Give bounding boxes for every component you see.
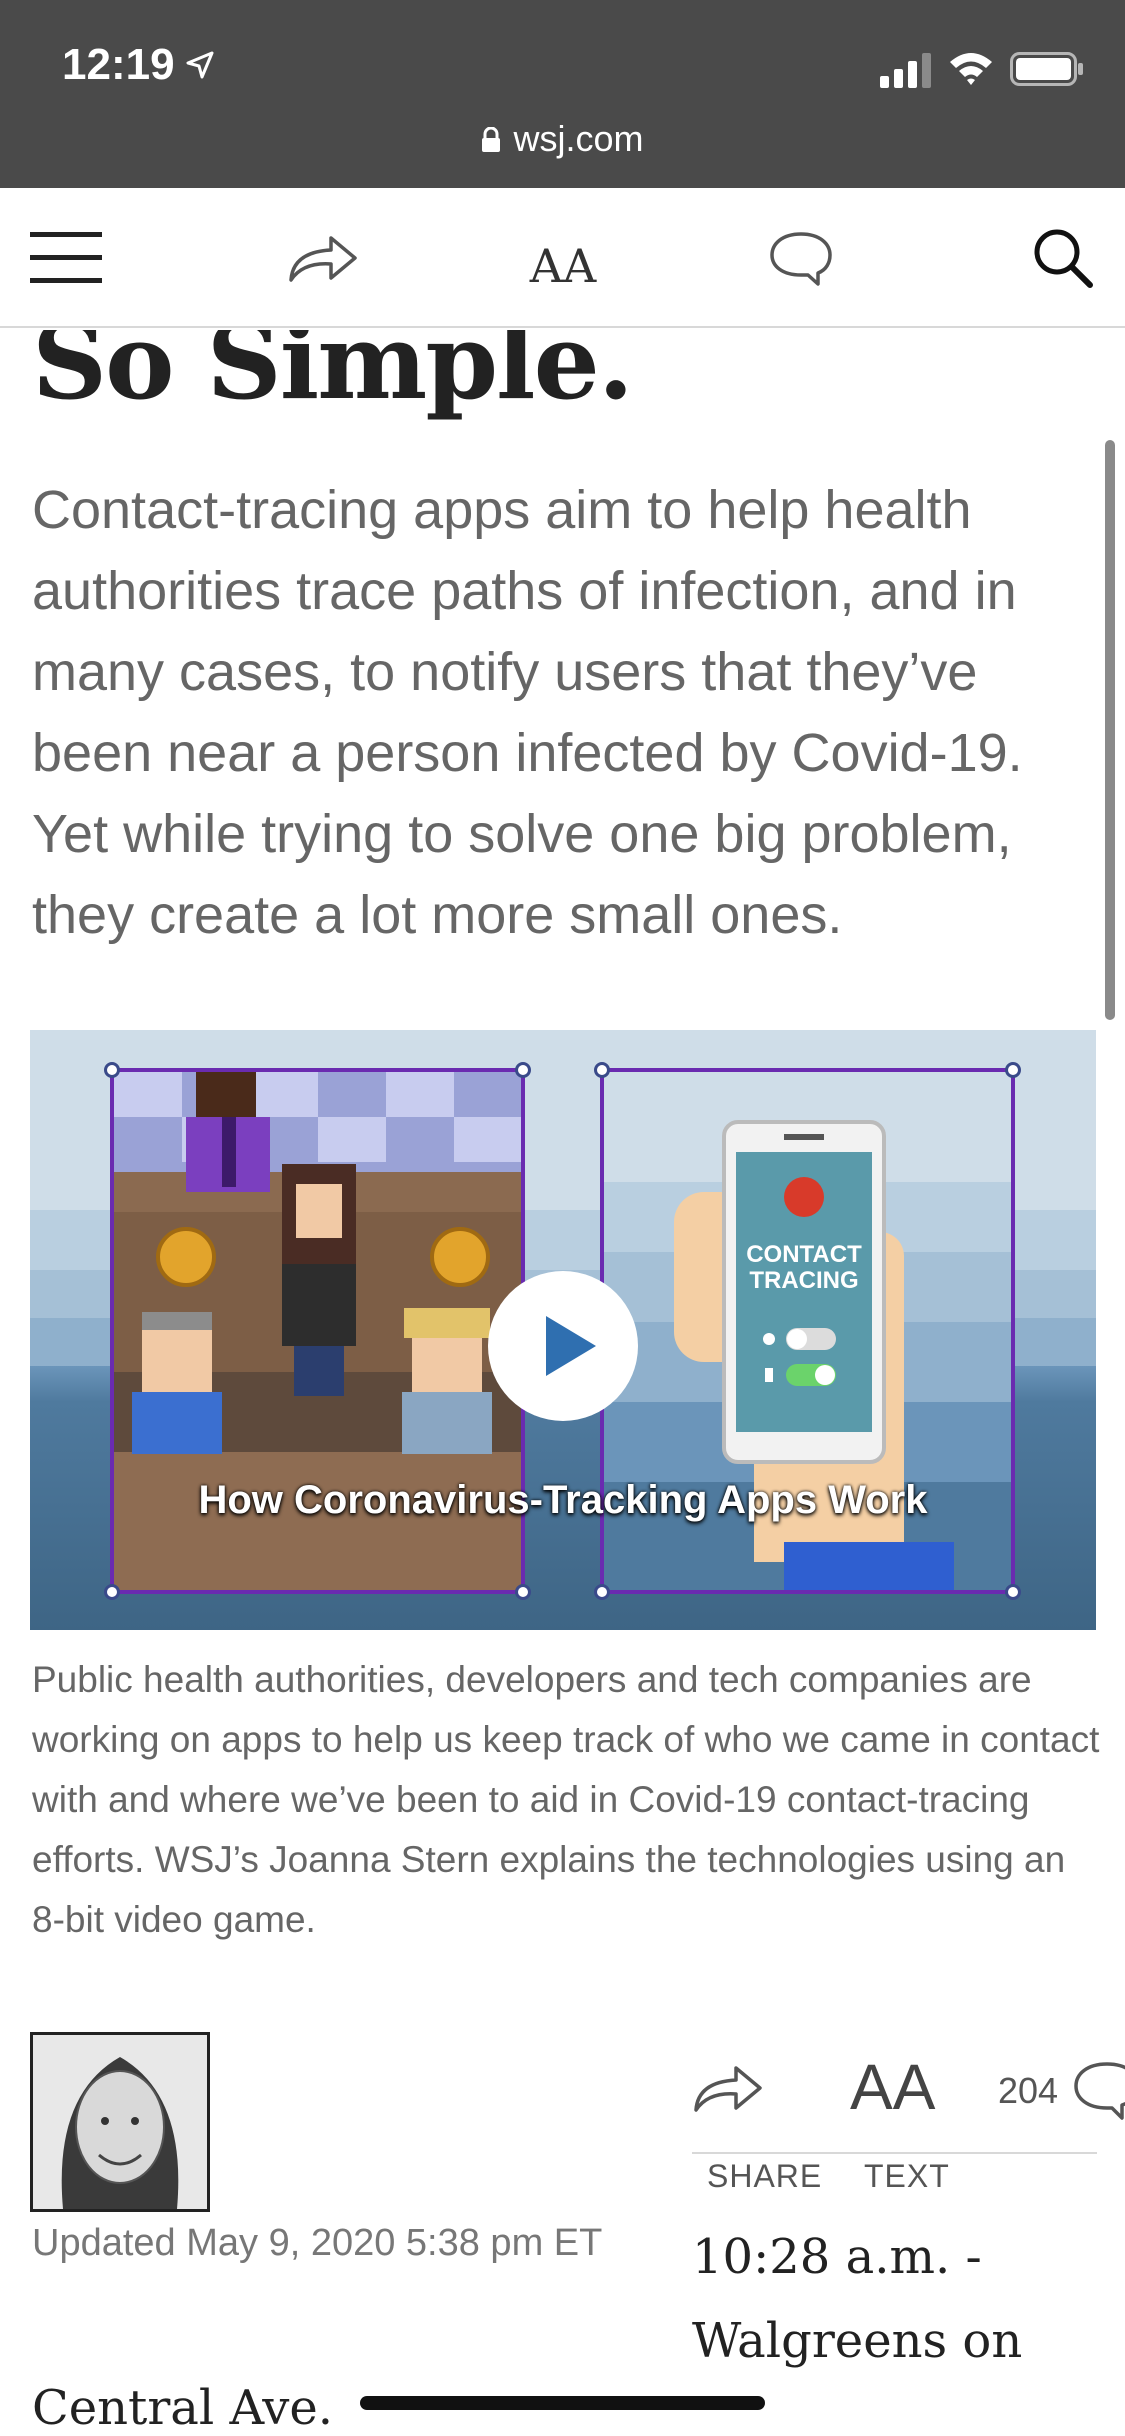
- author-avatar[interactable]: [30, 2032, 210, 2212]
- address-bar[interactable]: wsj.com: [0, 118, 1125, 160]
- url-text: wsj.com: [513, 118, 644, 159]
- divider: [692, 2152, 1097, 2154]
- share-icon[interactable]: [690, 2058, 766, 2118]
- lock-icon: [482, 127, 501, 152]
- article-body-continued: Central Ave.: [32, 2380, 334, 2436]
- comment-icon[interactable]: [768, 226, 834, 290]
- text-size-icon[interactable]: AA: [850, 2050, 935, 2124]
- video-caption: Public health authorities, developers an…: [32, 1659, 1100, 1940]
- status-bar: 12:19 wsj.com: [0, 0, 1125, 188]
- play-button[interactable]: [488, 1271, 638, 1421]
- text-label[interactable]: TEXT: [864, 2158, 950, 2195]
- corner-handle: [515, 1062, 531, 1078]
- signal-icon: [880, 53, 931, 88]
- article-headline: So Simple.: [32, 330, 634, 423]
- comment-icon[interactable]: [1072, 2058, 1125, 2122]
- article-dek: Contact-tracing apps aim to help health …: [32, 480, 1023, 945]
- search-icon[interactable]: [1030, 226, 1096, 290]
- share-label[interactable]: SHARE: [707, 2158, 822, 2195]
- corner-handle: [594, 1062, 610, 1078]
- home-indicator[interactable]: [360, 2396, 765, 2410]
- menu-icon[interactable]: [28, 226, 104, 290]
- video-title: How Coronavirus-Tracking Apps Work: [198, 1478, 928, 1522]
- updated-timestamp: Updated May 9, 2020 5:38 pm ET: [32, 2222, 603, 2264]
- play-icon: [546, 1316, 596, 1376]
- share-tools: AA 204: [690, 2040, 1125, 2150]
- corner-handle: [515, 1584, 531, 1600]
- article-toolbar: AA: [0, 188, 1125, 328]
- phone-label-line1: CONTACT: [746, 1241, 862, 1268]
- phone-label-line2: TRACING: [749, 1267, 858, 1294]
- battery-icon: [1010, 52, 1083, 86]
- author-portrait: [33, 2035, 207, 2209]
- corner-handle: [1005, 1062, 1021, 1078]
- text-size-icon[interactable]: AA: [528, 234, 598, 298]
- share-icon[interactable]: [285, 226, 361, 290]
- status-time: 12:19: [62, 40, 175, 89]
- corner-handle: [1005, 1584, 1021, 1600]
- comment-count[interactable]: 204: [998, 2070, 1058, 2112]
- headline-container: So Simple.: [0, 330, 1125, 450]
- corner-handle: [594, 1584, 610, 1600]
- location-arrow-icon: [186, 51, 214, 79]
- corner-handle: [104, 1584, 120, 1600]
- corner-handle: [104, 1062, 120, 1078]
- article-body-text: 10:28 a.m. - Walgreens on: [692, 2229, 1023, 2369]
- wifi-icon: [950, 53, 992, 85]
- scrollbar[interactable]: [1105, 440, 1115, 1020]
- video-player[interactable]: CONTACT TRACING How Coronavirus-Tracking…: [30, 1030, 1096, 1630]
